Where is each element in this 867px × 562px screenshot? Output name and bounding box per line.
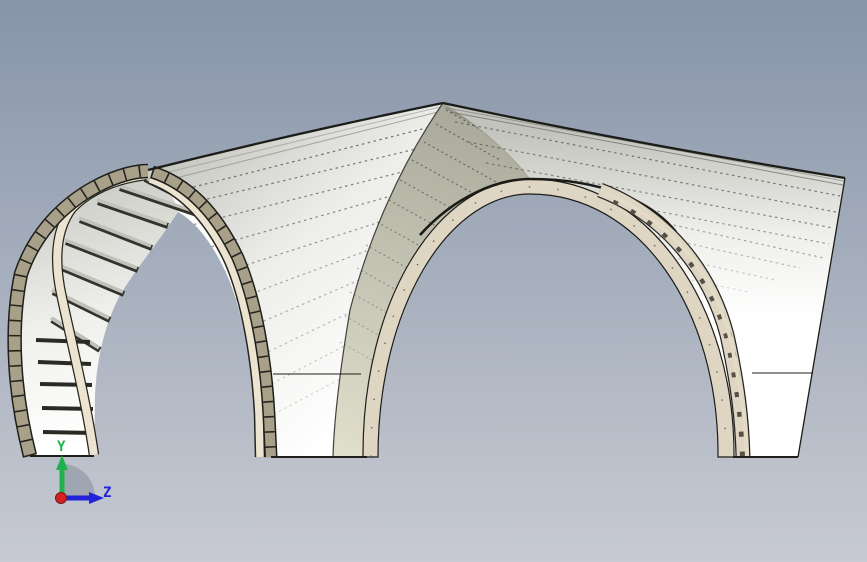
z-axis-label: Z xyxy=(103,485,111,501)
y-axis-label: Y xyxy=(57,439,66,455)
cad-viewport[interactable]: Y Z xyxy=(0,0,867,562)
origin-marker xyxy=(55,492,67,504)
